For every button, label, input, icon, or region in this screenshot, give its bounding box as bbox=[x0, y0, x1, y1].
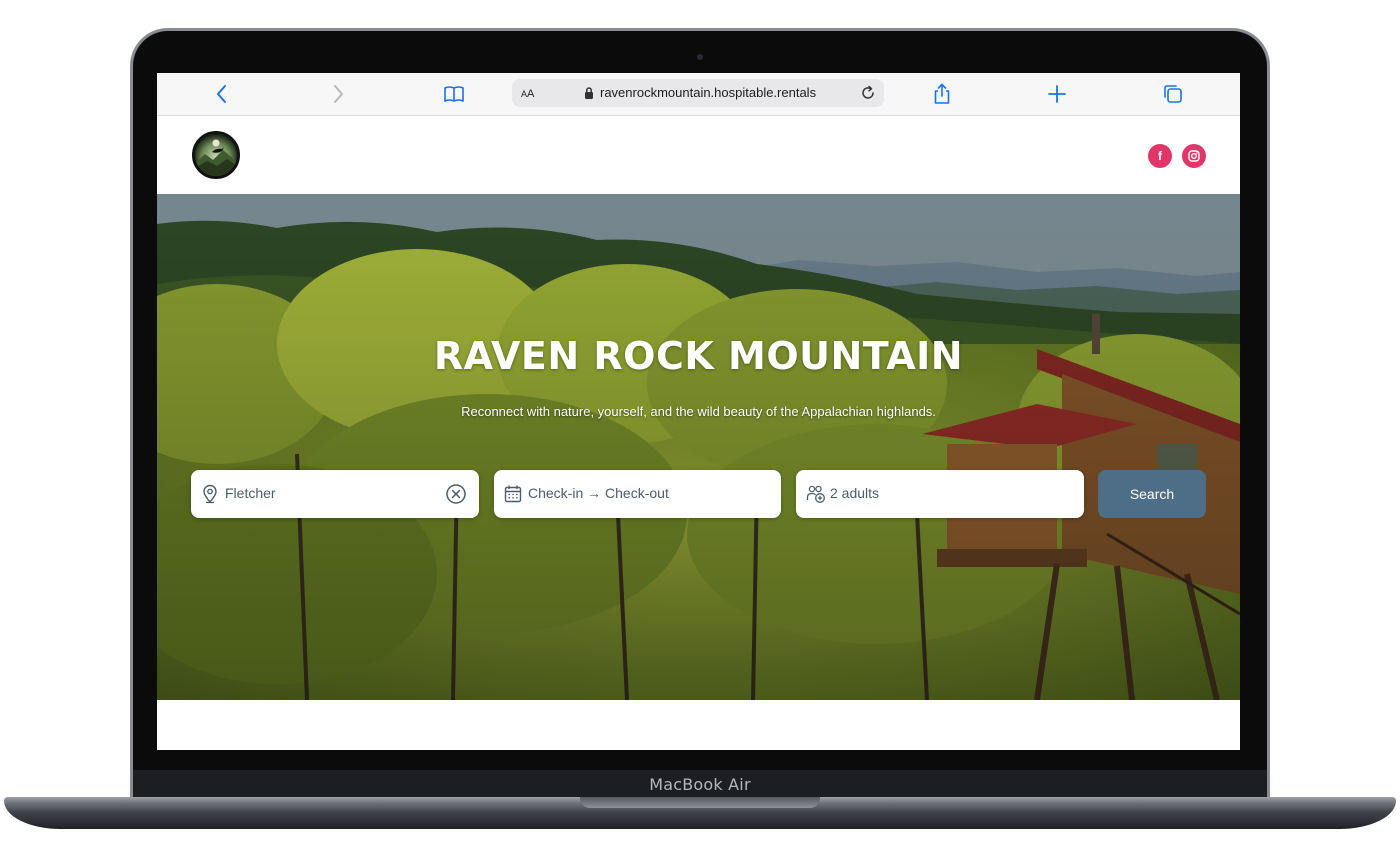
guests-value: 2 adults bbox=[830, 485, 880, 501]
forward-icon[interactable] bbox=[331, 83, 345, 110]
hero-title: RAVEN ROCK MOUNTAIN bbox=[433, 334, 964, 378]
address-bar[interactable]: AAAA ravenrockmountain.hospitable.rental… bbox=[512, 79, 884, 107]
hero-subtitle: Reconnect with nature, yourself, and the… bbox=[461, 404, 936, 419]
browser-toolbar: AAAA ravenrockmountain.hospitable.rental… bbox=[157, 73, 1240, 116]
guests-field[interactable]: 2 adults bbox=[796, 470, 1084, 518]
text-size-button[interactable]: AAAA bbox=[521, 88, 534, 100]
search-button-label: Search bbox=[1129, 486, 1175, 502]
browser-screen: AAAA ravenrockmountain.hospitable.rental… bbox=[157, 73, 1240, 750]
hero-section: RAVEN ROCK MOUNTAIN Reconnect with natur… bbox=[157, 194, 1240, 700]
camera bbox=[697, 54, 703, 60]
hero-background-image bbox=[157, 194, 1240, 700]
lock-icon bbox=[584, 86, 594, 105]
facebook-label: f bbox=[1158, 149, 1162, 163]
share-icon[interactable] bbox=[933, 83, 951, 110]
guests-icon bbox=[806, 484, 826, 509]
location-value: Fletcher bbox=[225, 485, 276, 501]
url-text: ravenrockmountain.hospitable.rentals bbox=[600, 85, 817, 100]
back-icon[interactable] bbox=[215, 83, 229, 110]
calendar-icon bbox=[504, 484, 522, 509]
location-field[interactable]: Fletcher bbox=[191, 470, 479, 518]
reload-icon[interactable] bbox=[860, 85, 876, 106]
page-content-area bbox=[157, 700, 1240, 750]
site-header: f bbox=[157, 117, 1240, 194]
facebook-icon[interactable]: f bbox=[1148, 144, 1172, 168]
clear-icon[interactable] bbox=[445, 483, 467, 510]
tabs-icon[interactable] bbox=[1163, 83, 1183, 110]
laptop-chin: MacBook Air bbox=[133, 770, 1267, 798]
instagram-icon[interactable] bbox=[1182, 144, 1206, 168]
new-tab-icon[interactable] bbox=[1048, 83, 1066, 110]
site-logo[interactable] bbox=[192, 131, 240, 179]
bookmarks-icon[interactable] bbox=[443, 83, 465, 110]
search-button[interactable]: Search bbox=[1098, 470, 1206, 518]
dates-placeholder: Check-in → Check-out bbox=[528, 485, 669, 501]
dates-field[interactable]: Check-in → Check-out bbox=[494, 470, 781, 518]
laptop-notch bbox=[580, 797, 820, 808]
location-pin-icon bbox=[201, 484, 219, 509]
device-label: MacBook Air bbox=[649, 774, 751, 794]
